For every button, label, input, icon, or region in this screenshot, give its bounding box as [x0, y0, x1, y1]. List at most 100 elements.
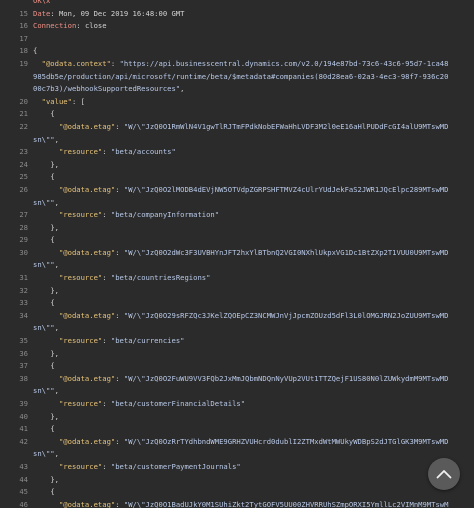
etag-line: 26 "@odata.etag": "W/\"JzQ0O2lMODB4dEVjN… — [0, 184, 474, 209]
json-key: "@odata.etag" — [58, 184, 116, 194]
response-code-block: OK\x 15 Date: Mon, 09 Dec 2019 16:48:00 GM… — [0, 0, 474, 508]
json-brace: { — [33, 172, 55, 182]
object-open-line: 41 { — [0, 423, 474, 436]
resource-line: 35 "resource": "beta/currencies" — [0, 335, 474, 348]
line-content: "@odata.etag": "W/\"JzQ0OzRrTYdhbndWME9G… — [33, 436, 449, 459]
json-brace: { — [33, 361, 55, 371]
line-content: }, — [33, 222, 474, 235]
line-number: 36 — [19, 348, 28, 358]
chevron-up-icon — [436, 470, 452, 479]
json-brace: }, — [33, 411, 59, 421]
line-content: }, — [33, 159, 474, 172]
line-number: 32 — [19, 285, 28, 295]
line-content: OK\x — [33, 0, 474, 8]
line-number: 39 — [19, 399, 28, 408]
line-number: 44 — [19, 474, 28, 484]
line-number: 22 — [19, 121, 28, 131]
line-content: "resource": "beta/countriesRegions" — [58, 273, 211, 283]
resource-line: 27 "resource": "beta/companyInformation" — [0, 209, 474, 222]
scroll-to-top-button[interactable] — [428, 458, 460, 490]
json-brace: }, — [33, 159, 59, 169]
line-number: 17 — [19, 33, 28, 43]
json-brace: { — [33, 298, 55, 308]
line-content: Date: Mon, 09 Dec 2019 16:48:00 GMT — [33, 8, 474, 21]
object-close-line: 24 }, — [0, 159, 474, 172]
line-content: { — [33, 486, 474, 499]
object-open-line: 21 { — [0, 108, 474, 121]
json-brace: }, — [33, 474, 59, 484]
line-number: 18 — [19, 46, 28, 56]
etag-line: 38 "@odata.etag": "W/\"JzQ0O2FuWU9VV3FQb… — [0, 373, 474, 398]
json-key: "@odata.etag" — [58, 121, 116, 131]
line-number: 46 — [19, 499, 28, 508]
resource-line: 31 "resource": "beta/countriesRegions" — [0, 272, 474, 285]
json-brace: { — [33, 235, 55, 245]
etag-line: 30 "@odata.etag": "W/\"JzQ0O2dWc3F3UVBHY… — [0, 247, 474, 272]
json-string: "beta/currencies" — [110, 336, 185, 346]
object-close-line: 44 }, — [0, 474, 474, 487]
etag-line: 34 "@odata.etag": "W/\"JzQ0O29sRFZQc3JKe… — [0, 310, 474, 335]
line-number: 37 — [19, 361, 28, 371]
line-content: "@odata.etag": "W/\"JzQ0O2lMODB4dEVjNW5O… — [33, 184, 449, 207]
line-content: "value": [ — [41, 96, 85, 106]
json-key: "resource" — [58, 461, 103, 471]
json-brace: }, — [33, 285, 59, 295]
line-number: 24 — [19, 159, 28, 169]
header-line: 16 Connection: close — [0, 20, 474, 33]
line-number: 15 — [19, 8, 28, 18]
json-key: "@odata.etag" — [58, 310, 116, 320]
line-content: { — [33, 360, 474, 373]
object-open-line: 25 { — [0, 171, 474, 184]
line-number: 23 — [19, 147, 28, 157]
header-value: Mon, 09 Dec 2019 16:48:00 GMT — [58, 8, 185, 18]
line-content: Connection: close — [33, 20, 474, 33]
line-content: "resource": "beta/customerFinancialDetai… — [58, 399, 246, 408]
line-number: 33 — [19, 298, 28, 308]
line-content: }, — [33, 285, 474, 298]
line-content: "@odata.etag": "W/\"JzQ0O1BadUJkY0M1SUhi… — [33, 499, 474, 508]
json-key: "@odata.etag" — [58, 436, 116, 446]
line-content: { — [33, 171, 474, 184]
line-content: "resource": "beta/accounts" — [58, 147, 176, 157]
etag-line: 22 "@odata.etag": "W/\"JzQ0O1RmWlN4V1gwT… — [0, 121, 474, 146]
line-content: "resource": "beta/currencies" — [58, 336, 185, 346]
object-open-line: 45 { — [0, 486, 474, 499]
json-key: "value" — [41, 96, 72, 106]
line-content: { — [33, 423, 474, 436]
line-number: 43 — [19, 461, 28, 471]
context-line: 19 "@odata.context": "https://api.busine… — [0, 58, 474, 96]
line-number: 20 — [19, 96, 28, 106]
json-string: "beta/countriesRegions" — [110, 273, 211, 283]
line-number: 16 — [19, 21, 28, 31]
line-number: 19 — [19, 58, 28, 68]
json-key: "resource" — [58, 273, 103, 283]
json-key: "resource" — [58, 399, 103, 408]
line-content: { — [33, 297, 474, 310]
line-number: 26 — [19, 184, 28, 194]
line-content: "@odata.etag": "W/\"JzQ0O1RmWlN4V1gwTlRJ… — [33, 121, 449, 144]
line-content: { — [33, 108, 474, 121]
line-content: "resource": "beta/customerPaymentJournal… — [58, 461, 241, 471]
json-brace: }, — [33, 222, 59, 232]
line-number: 41 — [19, 424, 28, 434]
line-number: 45 — [19, 487, 28, 497]
value-array-line: 20 "value": [ — [0, 96, 474, 109]
header-key: OK\x — [33, 0, 51, 5]
line-content: "@odata.etag": "W/\"JzQ0O2dWc3F3UVBHYnJF… — [33, 247, 449, 270]
object-open-line: 37 { — [0, 360, 474, 373]
object-close-line: 36 }, — [0, 348, 474, 361]
object-open-line: 33 { — [0, 297, 474, 310]
json-key: "resource" — [58, 210, 103, 220]
json-brace: { — [33, 424, 55, 434]
json-key: "resource" — [58, 147, 103, 157]
header-key: Connection — [33, 21, 77, 31]
line-number: 29 — [19, 235, 28, 245]
json-string: "beta/accounts" — [110, 147, 176, 157]
json-string: "beta/customerFinancialDetails" — [110, 399, 246, 408]
json-brace: }, — [33, 348, 59, 358]
line-number: 42 — [19, 436, 28, 446]
line-content: "resource": "beta/companyInformation" — [58, 210, 220, 220]
object-open-line: 29 { — [0, 234, 474, 247]
header-separator: : — [50, 8, 59, 18]
header-line: 15 Date: Mon, 09 Dec 2019 16:48:00 GMT — [0, 8, 474, 21]
